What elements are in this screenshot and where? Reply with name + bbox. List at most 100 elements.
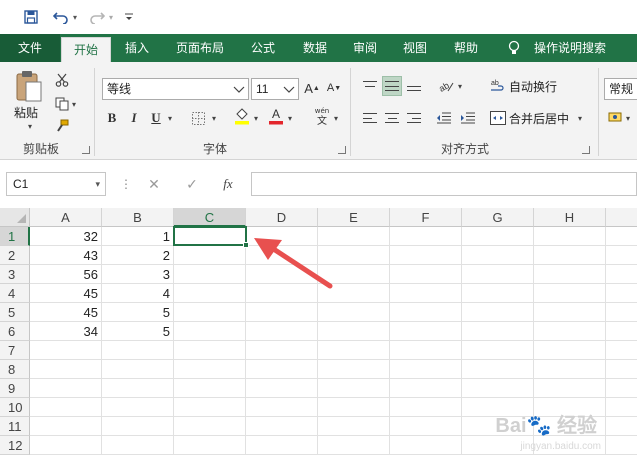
borders-dropdown-icon[interactable]: ▾ [212,114,216,123]
cell[interactable] [246,398,318,417]
cell[interactable] [462,360,534,379]
cell[interactable] [318,398,390,417]
vertical-ellipsis-icon[interactable]: ⋮ [120,176,132,192]
merge-center-icon[interactable] [488,108,508,128]
cell[interactable] [174,341,246,360]
cell[interactable] [246,417,318,436]
tab-help[interactable]: 帮助 [443,34,489,62]
cell[interactable] [606,379,637,398]
undo-icon[interactable] [50,6,72,28]
format-painter-icon[interactable] [52,116,72,136]
number-format-combo[interactable]: 常规 [604,78,637,100]
cell[interactable]: 34 [30,322,102,341]
cell[interactable] [462,246,534,265]
redo-icon[interactable] [86,6,108,28]
fill-color-icon[interactable] [232,106,252,126]
cell[interactable] [174,436,246,455]
save-icon[interactable] [20,6,42,28]
wrap-text-icon[interactable]: ab [488,76,508,96]
cell[interactable] [390,379,462,398]
cell[interactable] [30,417,102,436]
chevron-down-icon[interactable] [233,79,245,107]
accounting-dropdown-icon[interactable]: ▾ [626,114,630,123]
cell[interactable] [606,265,637,284]
redo-dropdown-icon[interactable]: ▾ [106,6,116,28]
formula-input[interactable] [251,172,637,196]
bold-icon[interactable]: B [102,108,122,128]
cell[interactable] [462,341,534,360]
cell[interactable] [102,360,174,379]
cell[interactable] [174,379,246,398]
row-header-1[interactable]: 1 [0,227,30,246]
phonetic-dropdown-icon[interactable]: ▾ [334,114,338,123]
cell[interactable] [390,284,462,303]
font-launcher-icon[interactable] [338,146,346,154]
row-header-4[interactable]: 4 [0,284,30,303]
cell[interactable] [534,246,606,265]
cell[interactable]: 43 [30,246,102,265]
cell[interactable] [102,417,174,436]
cell[interactable] [390,303,462,322]
cell[interactable] [102,379,174,398]
cell[interactable] [30,398,102,417]
cell[interactable] [174,322,246,341]
cell[interactable]: 56 [30,265,102,284]
cell[interactable] [246,436,318,455]
cell[interactable] [462,265,534,284]
decrease-font-size-icon[interactable]: A ▼ [324,78,344,98]
cell[interactable] [390,227,462,246]
cell[interactable] [390,265,462,284]
cell[interactable] [30,360,102,379]
clipboard-launcher-icon[interactable] [82,146,90,154]
customize-quick-access-icon[interactable] [122,6,136,28]
lightbulb-icon[interactable] [505,34,523,62]
cell[interactable]: 3 [102,265,174,284]
phonetic-guide-icon[interactable]: wén 文 [310,104,334,128]
align-left-icon[interactable] [360,108,380,128]
row-header-10[interactable]: 10 [0,398,30,417]
italic-icon[interactable]: I [124,108,144,128]
cut-icon[interactable] [52,70,72,90]
font-color-icon[interactable]: A [266,106,286,126]
insert-function-icon[interactable]: fx [216,172,240,196]
wrap-text-button[interactable]: 自动换行 [509,76,557,98]
cell[interactable] [174,265,246,284]
cell[interactable] [534,341,606,360]
cell[interactable] [462,303,534,322]
cell[interactable]: 32 [30,227,102,246]
cell[interactable] [246,303,318,322]
cell[interactable] [30,436,102,455]
underline-icon[interactable]: U [146,108,166,128]
orientation-dropdown-icon[interactable]: ▾ [458,82,462,91]
cell[interactable] [246,341,318,360]
select-all-button[interactable] [0,208,30,227]
tab-file[interactable]: 文件 [0,34,60,62]
tell-me-search[interactable]: 操作说明搜索 [528,34,612,62]
undo-dropdown-icon[interactable]: ▾ [70,6,80,28]
tab-review[interactable]: 审阅 [342,34,388,62]
row-header-9[interactable]: 9 [0,379,30,398]
orientation-icon[interactable]: ab [436,76,456,96]
cell[interactable] [318,341,390,360]
cell[interactable] [534,265,606,284]
cell[interactable] [174,284,246,303]
cell[interactable] [462,322,534,341]
copy-dropdown-icon[interactable]: ▾ [72,100,76,109]
cell[interactable] [30,379,102,398]
tab-insert[interactable]: 插入 [114,34,160,62]
cell[interactable] [318,436,390,455]
copy-icon[interactable] [52,94,72,114]
row-header-7[interactable]: 7 [0,341,30,360]
borders-icon[interactable] [188,108,208,128]
row-header-2[interactable]: 2 [0,246,30,265]
accounting-format-icon[interactable] [606,108,626,128]
font-color-dropdown-icon[interactable]: ▾ [288,114,292,123]
cell[interactable]: 5 [102,303,174,322]
cell[interactable] [318,360,390,379]
chevron-down-icon[interactable] [283,79,295,107]
align-bottom-icon[interactable] [404,76,424,96]
column-header-next[interactable] [606,208,637,227]
column-header-d[interactable]: D [246,208,318,227]
cell[interactable] [606,284,637,303]
row-header-12[interactable]: 12 [0,436,30,455]
